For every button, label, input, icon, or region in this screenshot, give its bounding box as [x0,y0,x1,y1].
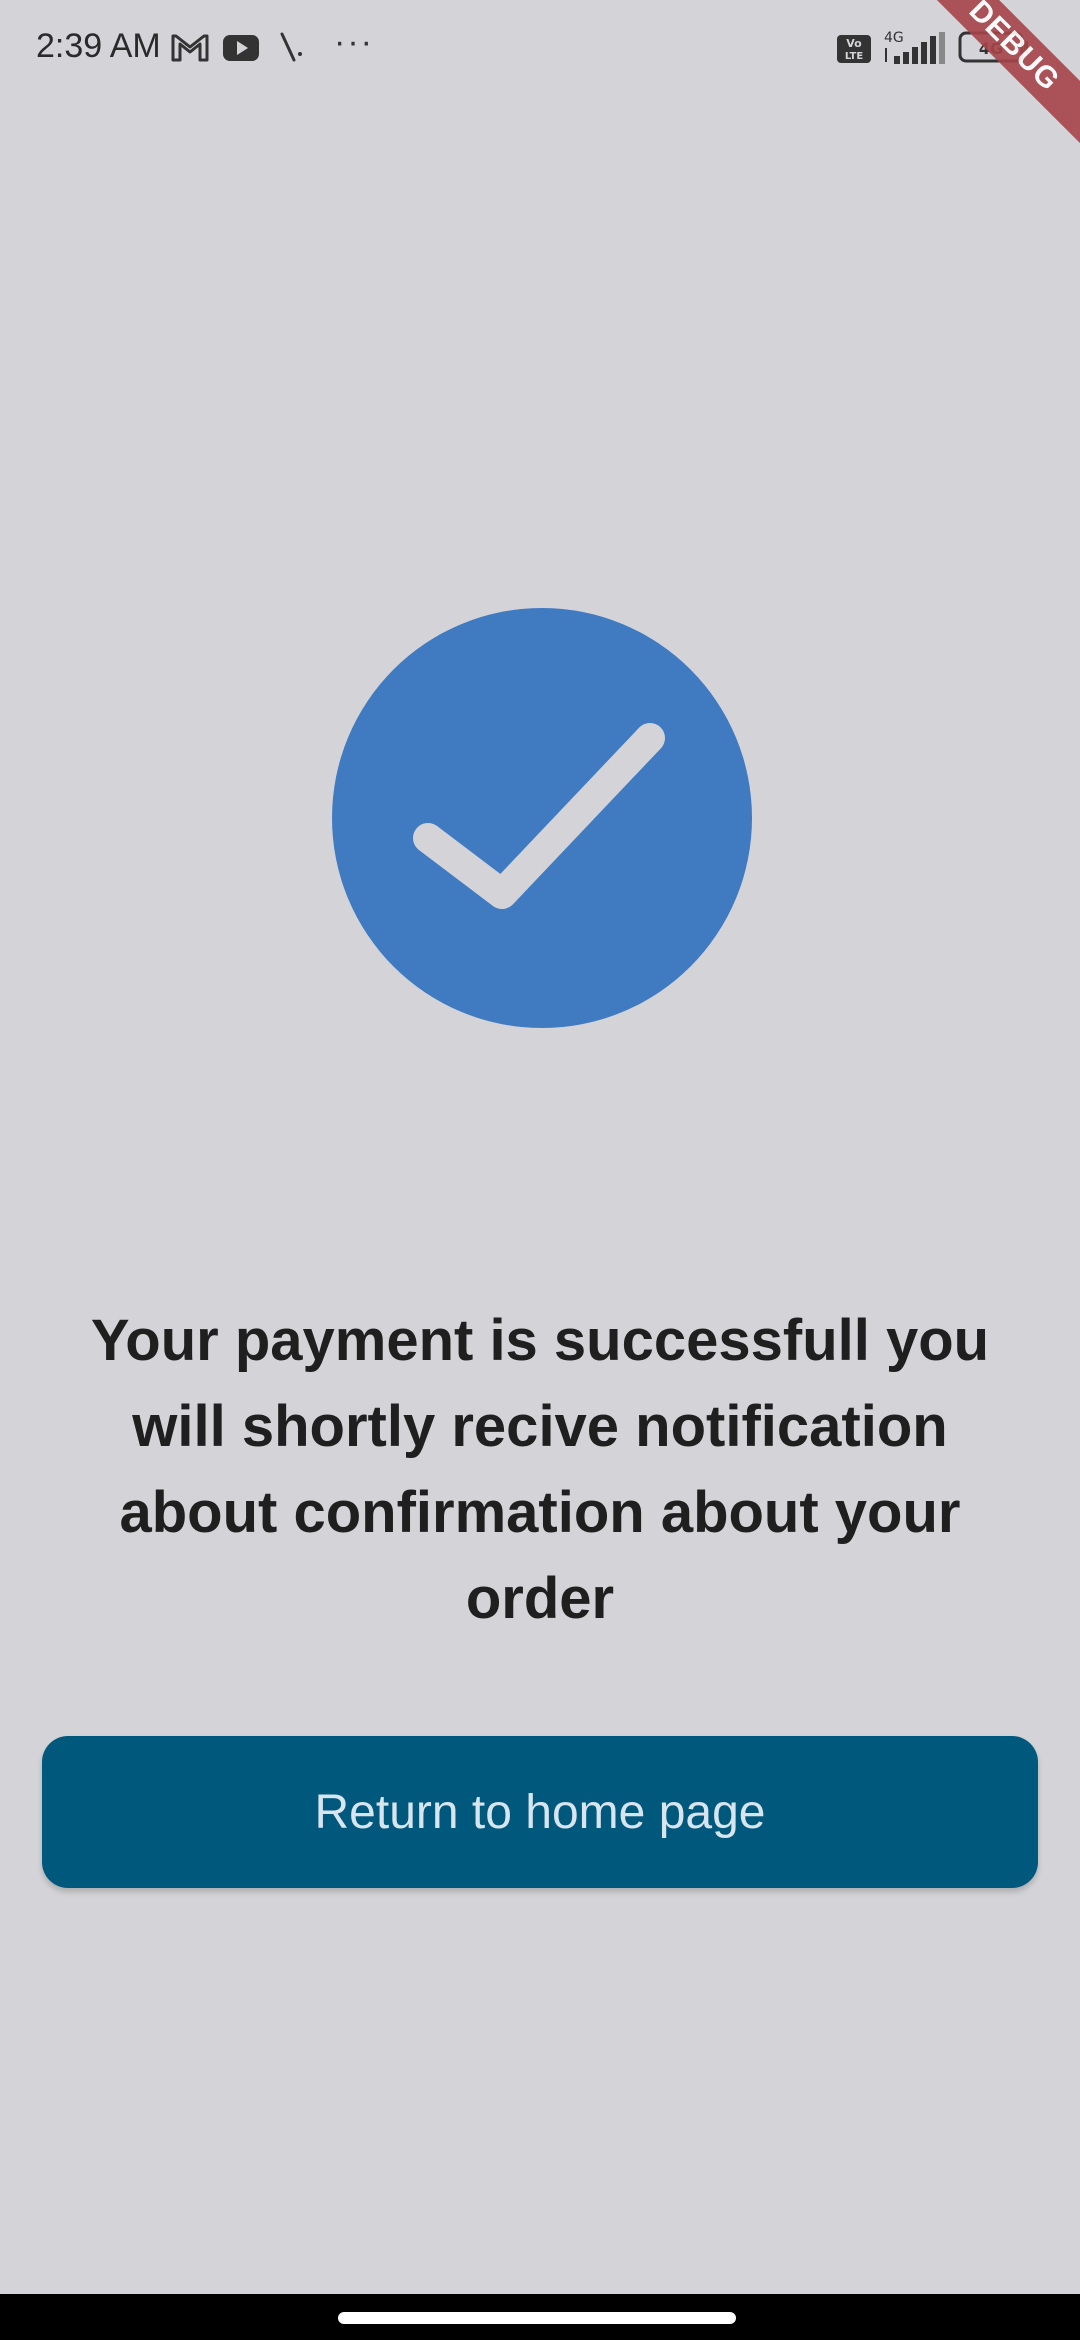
svg-text:LTE: LTE [845,51,864,62]
volte-icon: Vo LTE [837,35,871,63]
status-bar: 2:39 AM ··· Vo LTE 4G [0,0,1080,96]
svg-text:4G: 4G [884,30,904,46]
more-notifications-icon: ··· [334,23,374,61]
svg-text:Vo: Vo [846,37,862,50]
gmail-icon [171,34,209,62]
return-home-button[interactable]: Return to home page [42,1736,1038,1888]
signal-4g-icon: 4G [884,30,945,64]
payment-success-message: Your payment is successfull you will sho… [90,1308,990,1631]
payment-success-screen: 2:39 AM ··· Vo LTE 4G DEBUG Your payment… [0,0,1080,2340]
home-indicator[interactable] [338,2312,736,2324]
app-icon [280,32,302,62]
check-circle-icon [332,608,752,1028]
youtube-icon [223,35,259,61]
status-time: 2:39 AM [36,27,161,65]
